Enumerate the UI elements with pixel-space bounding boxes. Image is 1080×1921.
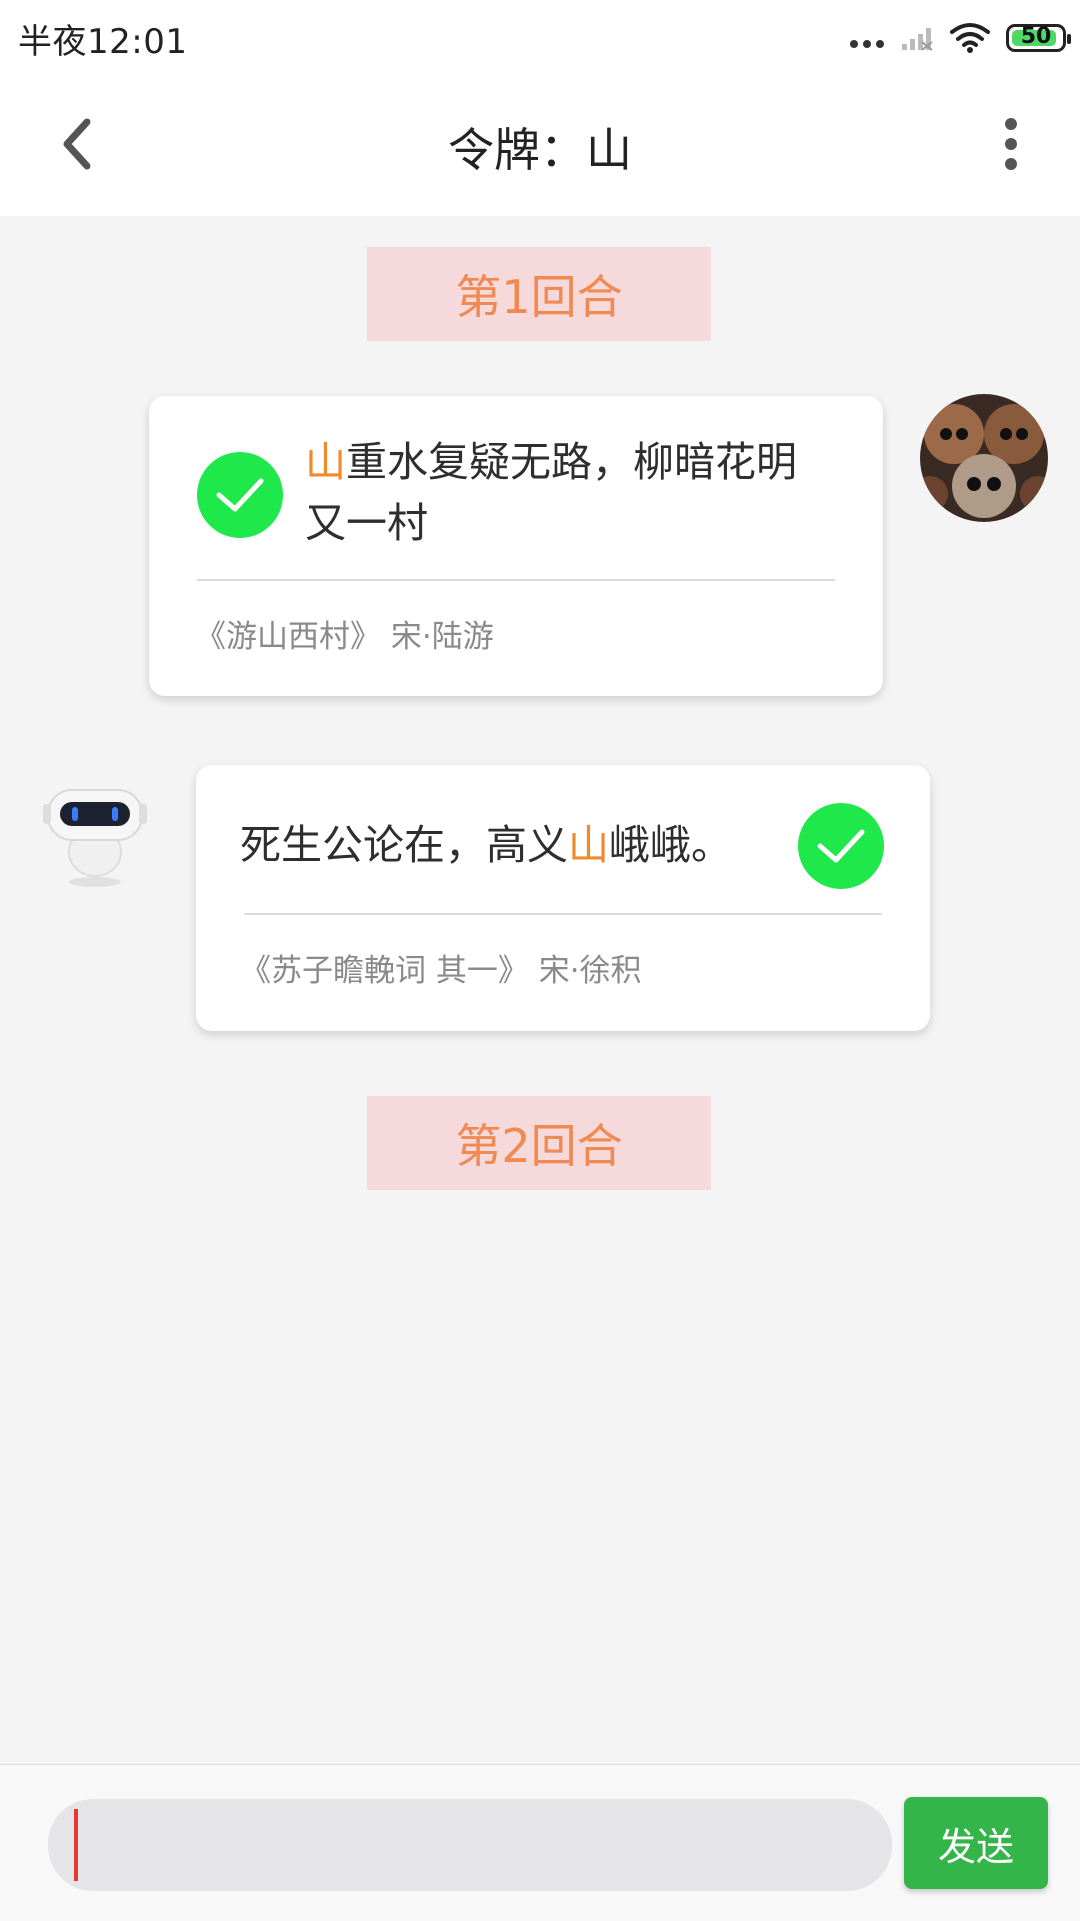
- input-bar: 发送: [0, 1764, 1080, 1921]
- more-options-button[interactable]: [976, 104, 1046, 184]
- round-label: 第2回合: [367, 1096, 711, 1190]
- more-dots-icon: [850, 28, 884, 48]
- verse-text: 死生公论在，高义山峨峨。: [240, 815, 760, 876]
- verse-source: 《苏子瞻輓词 其一》 宋·徐积: [240, 953, 642, 989]
- battery-icon: 50: [1006, 24, 1071, 52]
- verse-text: 山重水复疑无路，柳暗花明又一村: [305, 432, 835, 554]
- more-vertical-icon: [1005, 118, 1017, 170]
- check-icon: [197, 452, 283, 538]
- battery-percent: 50: [1020, 24, 1052, 49]
- divider: [197, 579, 835, 581]
- user-avatar[interactable]: [920, 394, 1048, 522]
- text-caret: [74, 1809, 78, 1881]
- verse-after: 峨峨。: [609, 821, 732, 869]
- wifi-icon: [950, 23, 990, 53]
- verse-keyword: 山: [568, 821, 609, 869]
- send-button[interactable]: 发送: [904, 1797, 1048, 1889]
- message-input[interactable]: [48, 1799, 892, 1891]
- round-label: 第1回合: [367, 247, 711, 341]
- verse-before: 死生公论在，高义: [240, 821, 568, 869]
- page-title: 令牌：山: [448, 123, 632, 177]
- status-icons: 50: [850, 18, 1071, 58]
- verse-rest: 重水复疑无路，柳暗花明又一村: [305, 438, 797, 547]
- status-bar: 半夜12:01 50: [0, 0, 1080, 74]
- verse-keyword: 山: [305, 438, 346, 486]
- check-icon: [798, 803, 884, 889]
- message-card-bot: 死生公论在，高义山峨峨。 《苏子瞻輓词 其一》 宋·徐积: [196, 765, 930, 1031]
- app-header: 令牌：山: [0, 74, 1080, 216]
- status-time: 半夜12:01: [18, 22, 188, 62]
- verse-source: 《游山西村》 宋·陆游: [195, 619, 494, 655]
- signal-icon: [902, 28, 933, 51]
- divider: [244, 913, 882, 915]
- message-card-user: 山重水复疑无路，柳暗花明又一村 《游山西村》 宋·陆游: [149, 396, 883, 696]
- robot-avatar[interactable]: [40, 770, 150, 890]
